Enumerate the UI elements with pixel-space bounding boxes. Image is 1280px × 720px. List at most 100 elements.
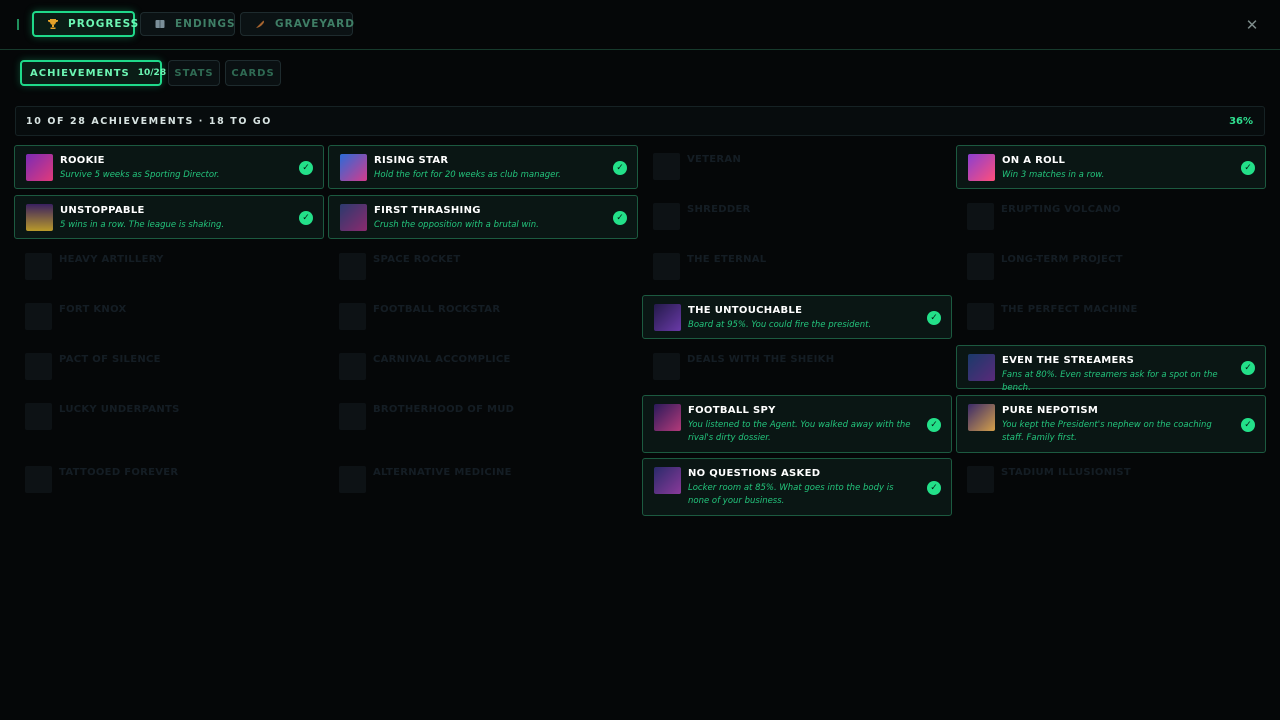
feather-icon: [254, 18, 266, 30]
achievement-card[interactable]: ERUPTING VOLCANO: [956, 195, 1266, 239]
achievement-card[interactable]: HEAVY ARTILLERY: [14, 245, 324, 289]
achievement-title: TATTOOED FOREVER: [59, 467, 179, 478]
achievement-title: RISING STAR: [374, 155, 449, 166]
achievement-title: DEALS WITH THE SHEIKH: [687, 354, 835, 365]
checkmark-icon: ✓: [1241, 161, 1255, 175]
achievement-thumbnail: [967, 253, 994, 280]
tab-graveyard-label: GRAVEYARD: [275, 18, 355, 30]
achievement-title: EVEN THE STREAMERS: [1002, 355, 1135, 366]
achievement-card[interactable]: EVEN THE STREAMERS Fans at 80%. Even stre…: [956, 345, 1266, 393]
subtab-stats-label: STATS: [174, 67, 214, 79]
achievement-card[interactable]: UNSTOPPABLE 5 wins in a row. The league i…: [14, 195, 324, 239]
achievement-title: FOOTBALL SPY: [688, 405, 776, 416]
achievement-title: ERUPTING VOLCANO: [1001, 204, 1121, 215]
achievement-title: LUCKY UNDERPANTS: [59, 404, 180, 415]
achievement-thumbnail: [654, 467, 681, 494]
achievement-card[interactable]: VETERAN: [642, 145, 952, 189]
achievement-description: Survive 5 weeks as Sporting Director.: [60, 170, 220, 180]
achievement-card[interactable]: CARNIVAL ACCOMPLICE: [328, 345, 638, 389]
checkmark-icon: ✓: [613, 161, 627, 175]
achievement-thumbnail: [339, 303, 366, 330]
achievement-card[interactable]: THE PERFECT MACHINE: [956, 295, 1266, 339]
achievement-thumbnail: [340, 154, 367, 181]
top-bar: PROGRESS ENDINGS GRAVEYARD ✕: [0, 0, 1280, 50]
achievement-thumbnail: [967, 466, 994, 493]
achievement-thumbnail: [653, 353, 680, 380]
achievement-card[interactable]: PURE NEPOTISM You kept the President's ne…: [956, 395, 1266, 453]
achievement-description: Win 3 matches in a row.: [1002, 170, 1105, 180]
achievement-thumbnail: [968, 404, 995, 431]
achievement-title: FORT KNOX: [59, 304, 127, 315]
achievement-card[interactable]: FIRST THRASHING Crush the opposition with…: [328, 195, 638, 239]
achievement-card[interactable]: SPACE ROCKET: [328, 245, 638, 289]
achievement-card[interactable]: THE UNTOUCHABLE Board at 95%. You could f…: [642, 295, 952, 339]
achievement-thumbnail: [653, 253, 680, 280]
subtab-stats[interactable]: STATS: [168, 60, 220, 86]
achievement-card[interactable]: FOOTBALL ROCKSTAR: [328, 295, 638, 339]
achievement-card[interactable]: LONG-TERM PROJECT: [956, 245, 1266, 289]
achievement-card[interactable]: ON A ROLL Win 3 matches in a row. ✓: [956, 145, 1266, 189]
checkmark-icon: ✓: [613, 211, 627, 225]
achievement-card[interactable]: THE ETERNAL: [642, 245, 952, 289]
tab-graveyard[interactable]: GRAVEYARD: [240, 12, 355, 36]
achievement-card[interactable]: ALTERNATIVE MEDICINE: [328, 458, 638, 516]
achievement-thumbnail: [339, 466, 366, 493]
achievement-card[interactable]: ROOKIE Survive 5 weeks as Sporting Direct…: [14, 145, 324, 189]
achievements-summary-text: 10 OF 28 ACHIEVEMENTS · 18 TO GO: [26, 116, 272, 127]
achievement-thumbnail: [968, 354, 995, 381]
achievement-title: NO QUESTIONS ASKED: [688, 468, 821, 479]
tab-progress[interactable]: PROGRESS: [32, 11, 138, 37]
achievement-title: PURE NEPOTISM: [1002, 405, 1099, 416]
achievement-title: PACT OF SILENCE: [59, 354, 161, 365]
achievement-card[interactable]: LUCKY UNDERPANTS: [14, 395, 324, 453]
subtab-achievements-label: ACHIEVEMENTS: [30, 67, 130, 79]
checkmark-icon: ✓: [927, 481, 941, 495]
achievement-title: STADIUM ILLUSIONIST: [1001, 467, 1132, 478]
achievement-title: LONG-TERM PROJECT: [1001, 254, 1123, 265]
achievement-title: FOOTBALL ROCKSTAR: [373, 304, 501, 315]
progress-summary: 10 OF 28 ACHIEVEMENTS · 18 TO GO 36%: [15, 106, 1265, 136]
achievement-thumbnail: [25, 253, 52, 280]
book-icon: [154, 18, 166, 30]
achievement-card[interactable]: SHREDDER: [642, 195, 952, 239]
checkmark-icon: ✓: [299, 161, 313, 175]
achievement-card[interactable]: STADIUM ILLUSIONIST: [956, 458, 1266, 516]
checkmark-icon: ✓: [299, 211, 313, 225]
achievement-card[interactable]: FOOTBALL SPY You listened to the Agent. Y…: [642, 395, 952, 453]
achievement-thumbnail: [26, 204, 53, 231]
checkmark-icon: ✓: [927, 418, 941, 432]
achievement-title: ALTERNATIVE MEDICINE: [373, 467, 512, 478]
achievement-thumbnail: [25, 403, 52, 430]
achievement-card[interactable]: FORT KNOX: [14, 295, 324, 339]
achievement-thumbnail: [968, 154, 995, 181]
tab-progress-label: PROGRESS: [68, 18, 140, 30]
achievement-description: Hold the fort for 20 weeks as club manag…: [374, 170, 561, 180]
subtab-achievements[interactable]: ACHIEVEMENTS 10/28: [20, 60, 166, 86]
tab-endings[interactable]: ENDINGS: [140, 12, 235, 36]
achievement-title: VETERAN: [687, 154, 742, 165]
achievement-card[interactable]: NO QUESTIONS ASKED Locker room at 85%. Wh…: [642, 458, 952, 516]
achievement-title: THE UNTOUCHABLE: [688, 305, 803, 316]
achievement-card[interactable]: BROTHERHOOD OF MUD: [328, 395, 638, 453]
subtab-cards[interactable]: CARDS: [225, 60, 281, 86]
achievement-description: Fans at 80%. Even streamers ask for a sp…: [1002, 370, 1218, 393]
achievement-thumbnail: [653, 203, 680, 230]
achievement-card[interactable]: TATTOOED FOREVER: [14, 458, 324, 516]
achievement-description: Crush the opposition with a brutal win.: [374, 220, 539, 230]
checkmark-icon: ✓: [1241, 361, 1255, 375]
achievement-title: SHREDDER: [687, 204, 751, 215]
achievement-thumbnail: [339, 353, 366, 380]
achievements-count: 10/28: [137, 68, 167, 78]
achievement-thumbnail: [653, 153, 680, 180]
achievement-card[interactable]: RISING STAR Hold the fort for 20 weeks as…: [328, 145, 638, 189]
subtab-cards-label: CARDS: [231, 67, 275, 79]
achievement-description: You listened to the Agent. You walked aw…: [688, 420, 911, 443]
achievement-thumbnail: [654, 304, 681, 331]
close-icon[interactable]: ✕: [1244, 17, 1260, 33]
checkmark-icon: ✓: [927, 311, 941, 325]
achievement-card[interactable]: DEALS WITH THE SHEIKH: [642, 345, 952, 389]
achievement-description: Locker room at 85%. What goes into the b…: [688, 483, 894, 506]
achievement-card[interactable]: PACT OF SILENCE: [14, 345, 324, 389]
trophy-icon: [47, 18, 59, 30]
achievement-thumbnail: [25, 303, 52, 330]
